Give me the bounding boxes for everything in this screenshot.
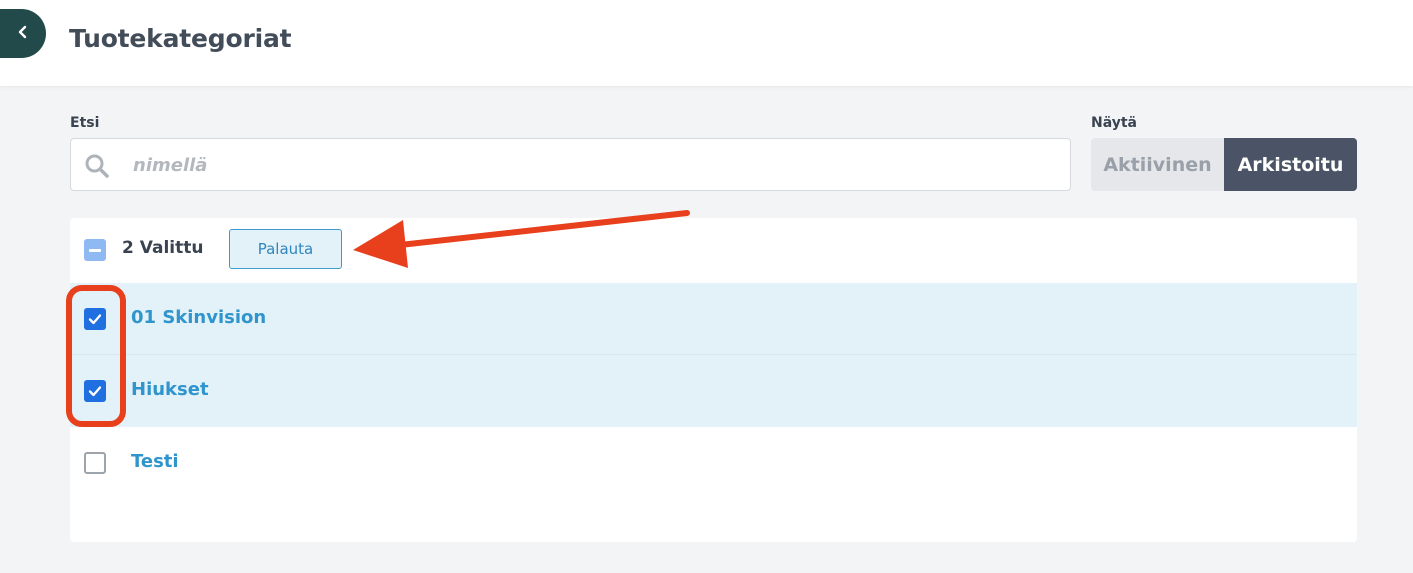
status-toggle: Aktiivinen Arkistoitu (1091, 138, 1357, 191)
checkmark-icon (88, 386, 102, 397)
list-item: 01 Skinvision (70, 283, 1357, 355)
page-title: Tuotekategoriat (69, 24, 292, 53)
bulk-actions-toolbar: 2 Valittu Palauta (70, 218, 1357, 283)
row-checkbox[interactable] (84, 308, 106, 330)
search-label: Etsi (70, 115, 100, 131)
list-item: Testi (70, 427, 1357, 499)
category-list: 2 Valittu Palauta 01 Skinvision Hiukset … (70, 218, 1357, 542)
toggle-archived-option[interactable]: Arkistoitu (1224, 138, 1357, 191)
restore-button[interactable]: Palauta (229, 229, 342, 269)
row-checkbox[interactable] (84, 452, 106, 474)
category-name-link[interactable]: Testi (131, 451, 179, 472)
toggle-active-option[interactable]: Aktiivinen (1091, 138, 1224, 191)
search-input[interactable] (133, 151, 1033, 179)
category-name-link[interactable]: Hiukset (131, 379, 209, 400)
select-all-checkbox[interactable] (84, 239, 106, 261)
category-name-link[interactable]: 01 Skinvision (131, 307, 266, 328)
back-button[interactable] (0, 9, 46, 58)
row-checkbox[interactable] (84, 380, 106, 402)
search-field[interactable] (70, 138, 1071, 191)
search-icon (84, 153, 110, 183)
checkmark-icon (88, 314, 102, 325)
show-label: Näytä (1091, 115, 1137, 131)
list-item: Hiukset (70, 355, 1357, 427)
page-header: Tuotekategoriat (0, 0, 1413, 86)
chevron-left-icon (17, 24, 29, 43)
selected-count: 2 Valittu (122, 238, 204, 258)
